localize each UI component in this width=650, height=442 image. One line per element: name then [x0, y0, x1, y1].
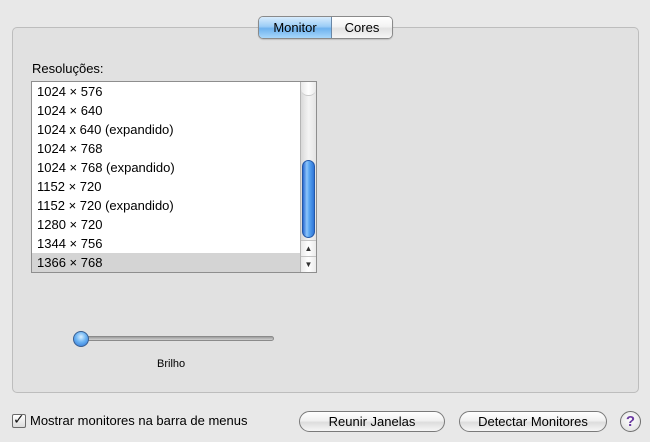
list-item[interactable]: 1024 × 576: [32, 82, 300, 101]
scroll-up-arrow-icon[interactable]: ▲: [301, 240, 316, 256]
list-item[interactable]: 1024 × 640: [32, 101, 300, 120]
list-item[interactable]: 1280 × 720: [32, 215, 300, 234]
list-scrollbar[interactable]: ▲ ▼: [300, 82, 316, 272]
resolutions-list[interactable]: 1024 × 576 1024 × 640 1024 x 640 (expand…: [31, 81, 317, 273]
list-item[interactable]: 1024 × 768: [32, 139, 300, 158]
tab-cores[interactable]: Cores: [332, 17, 392, 38]
scrollbar-thumb[interactable]: [302, 160, 315, 238]
help-button[interactable]: ?: [620, 411, 641, 432]
tab-segmented-control: Monitor Cores: [258, 16, 393, 39]
scrollbar-top-cap: [301, 82, 316, 96]
list-item[interactable]: 1152 × 720: [32, 177, 300, 196]
brightness-label: Brilho: [157, 358, 186, 370]
checkmark-icon: ✓: [13, 410, 25, 427]
list-item[interactable]: 1152 × 720 (expandido): [32, 196, 300, 215]
resolutions-list-items: 1024 × 576 1024 × 640 1024 x 640 (expand…: [32, 82, 300, 272]
show-in-menubar-checkbox[interactable]: ✓: [12, 410, 26, 428]
brightness-slider-track[interactable]: [74, 336, 274, 341]
show-in-menubar-row: ✓ Mostrar monitores na barra de menus: [12, 410, 248, 428]
tab-monitor[interactable]: Monitor: [259, 17, 332, 38]
detect-displays-button[interactable]: Detectar Monitores: [459, 411, 607, 432]
list-item[interactable]: 1344 × 756: [32, 234, 300, 253]
show-in-menubar-label: Mostrar monitores na barra de menus: [30, 413, 248, 428]
resolutions-label: Resoluções:: [32, 61, 104, 76]
list-item-selected[interactable]: 1366 × 768: [32, 253, 300, 272]
gather-windows-button[interactable]: Reunir Janelas: [299, 411, 445, 432]
scroll-down-arrow-icon[interactable]: ▼: [301, 256, 316, 272]
question-mark-icon: ?: [625, 413, 636, 430]
list-item[interactable]: 1024 x 640 (expandido): [32, 120, 300, 139]
list-item[interactable]: 1024 × 768 (expandido): [32, 158, 300, 177]
brightness-slider-knob[interactable]: [73, 331, 89, 347]
